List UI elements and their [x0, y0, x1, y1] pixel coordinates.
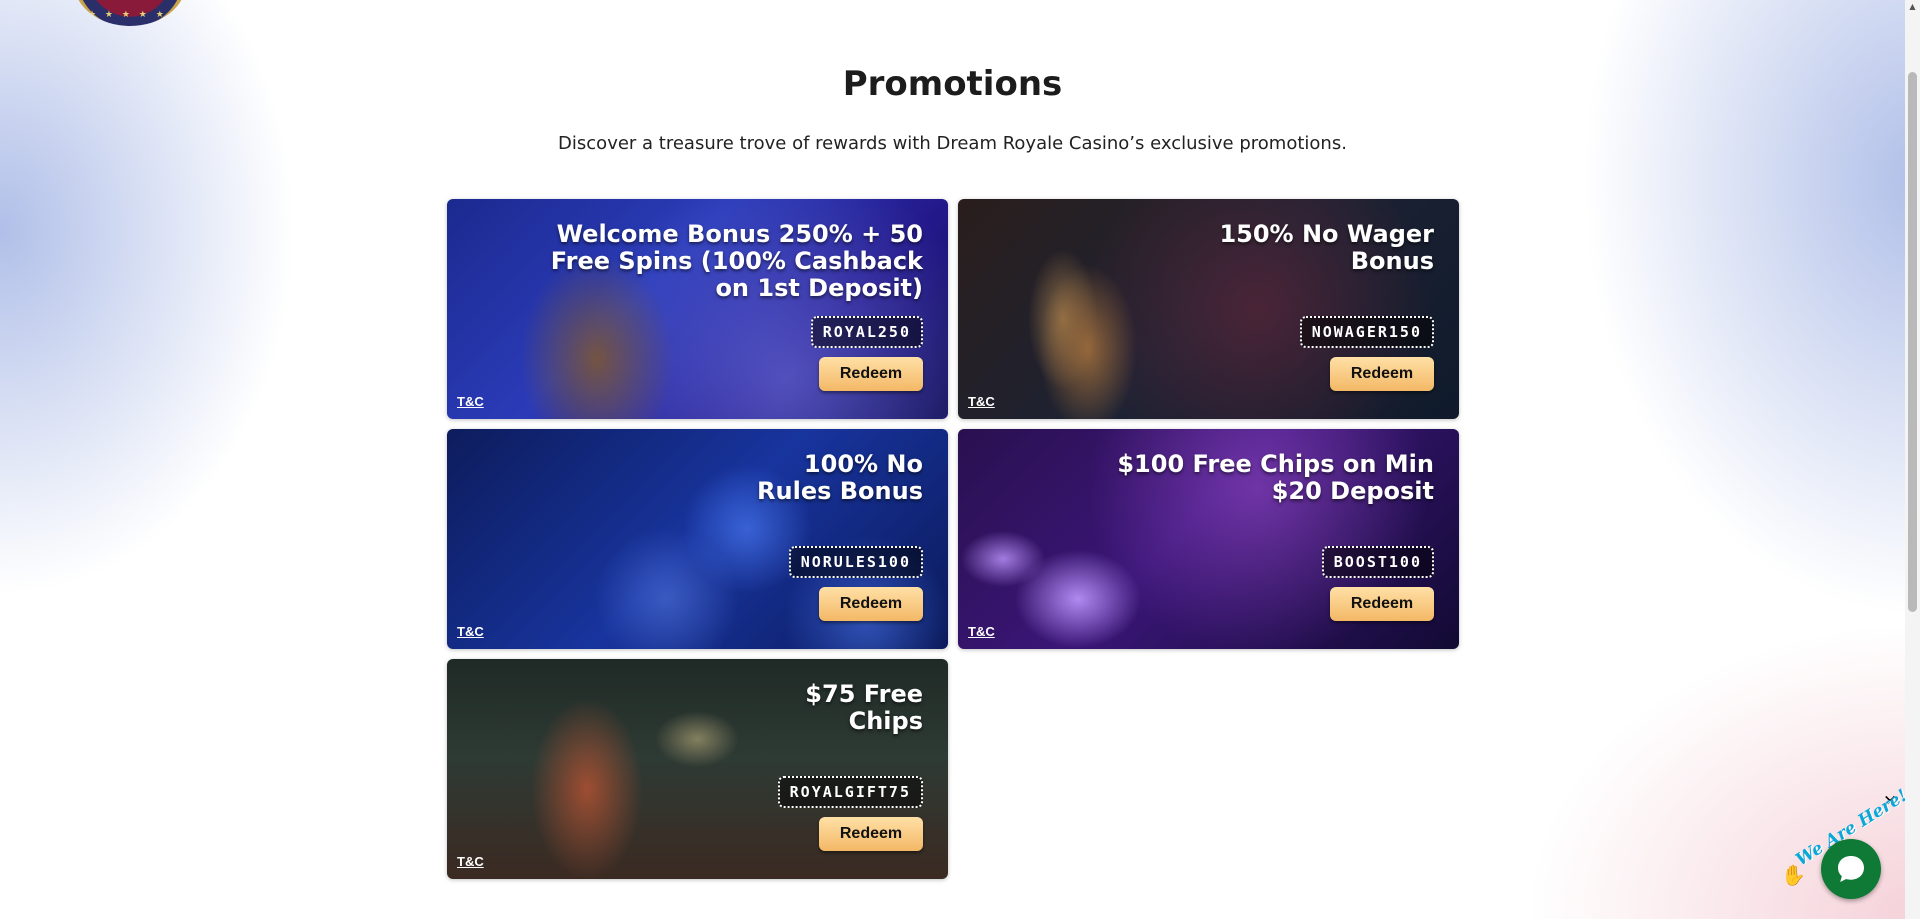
promo-card-free-chips-deposit: $100 Free Chips on Min $20 Deposit BOOST… — [958, 429, 1459, 649]
promo-title: $100 Free Chips on Min $20 Deposit — [1117, 450, 1434, 505]
redeem-button[interactable]: Redeem — [1330, 587, 1434, 621]
promo-card-no-rules-bonus: 100% No Rules Bonus NORULES100 Redeem T&… — [447, 429, 948, 649]
promo-title: 100% No Rules Bonus — [757, 450, 923, 505]
promo-code[interactable]: BOOST100 — [1321, 546, 1434, 578]
terms-link[interactable]: T&C — [457, 624, 484, 639]
chat-bubble-icon — [1838, 856, 1864, 882]
promo-card-welcome-bonus: Welcome Bonus 250% + 50 Free Spins (100%… — [447, 199, 948, 419]
waving-hand-icon: ✋ — [1781, 863, 1806, 887]
promo-title: 150% No Wager Bonus — [1219, 220, 1434, 275]
promo-title: $75 Free Chips — [805, 680, 923, 735]
logo-stars-icon: ★ ★ ★ ★ ★ — [88, 10, 167, 20]
redeem-button[interactable]: Redeem — [819, 357, 923, 391]
page-subtitle: Discover a treasure trove of rewards wit… — [558, 133, 1347, 154]
promo-code[interactable]: NORULES100 — [788, 546, 923, 578]
promo-code[interactable]: ROYAL250 — [810, 316, 923, 348]
promo-code[interactable]: ROYALGIFT75 — [777, 776, 923, 808]
page-title: Promotions — [842, 64, 1063, 104]
terms-link[interactable]: T&C — [457, 394, 484, 409]
redeem-button[interactable]: Redeem — [819, 817, 923, 851]
terms-link[interactable]: T&C — [968, 624, 995, 639]
page-scrollbar[interactable]: ▲ — [1905, 0, 1920, 919]
chat-launcher-button[interactable] — [1821, 839, 1881, 899]
promo-title: Welcome Bonus 250% + 50 Free Spins (100%… — [550, 220, 923, 302]
redeem-button[interactable]: Redeem — [819, 587, 923, 621]
redeem-button[interactable]: Redeem — [1330, 357, 1434, 391]
casino-logo[interactable]: ★ ★ ★ ★ ★ — [74, 0, 186, 26]
scroll-up-arrow-icon[interactable]: ▲ — [1905, 0, 1920, 14]
promo-code[interactable]: NOWAGER150 — [1299, 316, 1434, 348]
terms-link[interactable]: T&C — [968, 394, 995, 409]
terms-link[interactable]: T&C — [457, 854, 484, 869]
scrollbar-thumb[interactable] — [1908, 72, 1917, 612]
promo-card-no-wager-bonus: 150% No Wager Bonus NOWAGER150 Redeem T&… — [958, 199, 1459, 419]
promo-card-free-chips: $75 Free Chips ROYALGIFT75 Redeem T&C — [447, 659, 948, 879]
